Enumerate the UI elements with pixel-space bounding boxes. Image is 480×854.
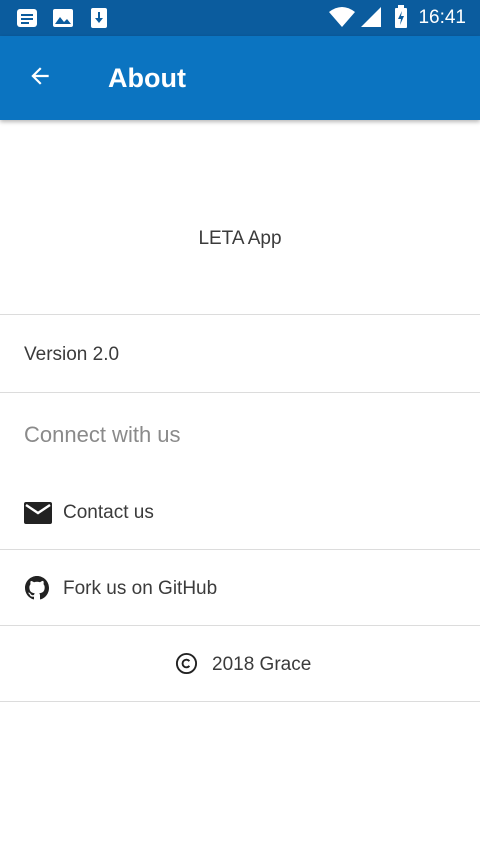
copyright-row: 2018 Grace [0, 626, 480, 701]
status-time: 16:41 [418, 7, 466, 28]
arrow-left-icon [27, 63, 53, 94]
divider [0, 392, 480, 393]
back-button[interactable] [16, 54, 64, 102]
github-label: Fork us on GitHub [63, 578, 218, 599]
copyright-label: 2018 Grace [212, 654, 312, 675]
github-icon [25, 576, 49, 605]
signal-icon [360, 6, 382, 33]
divider [0, 701, 480, 702]
github-row[interactable]: Fork us on GitHub [0, 550, 480, 625]
app-name: LETA App [198, 228, 282, 249]
page-title: About [108, 63, 186, 93]
wifi-icon [328, 6, 356, 33]
connect-section-header: Connect with us [24, 422, 181, 447]
notification-icon [16, 7, 38, 34]
download-icon [88, 7, 110, 34]
battery-icon [394, 5, 408, 34]
contact-us-label: Contact us [63, 502, 154, 523]
app-bar: About [0, 36, 480, 120]
version-label: Version 2.0 [24, 344, 120, 365]
copyright-icon [175, 652, 198, 680]
status-bar: 16:41 [0, 0, 480, 36]
contact-us-row[interactable]: Contact us [0, 478, 480, 548]
mail-icon [24, 502, 52, 529]
divider [0, 314, 480, 315]
image-icon [52, 7, 74, 34]
